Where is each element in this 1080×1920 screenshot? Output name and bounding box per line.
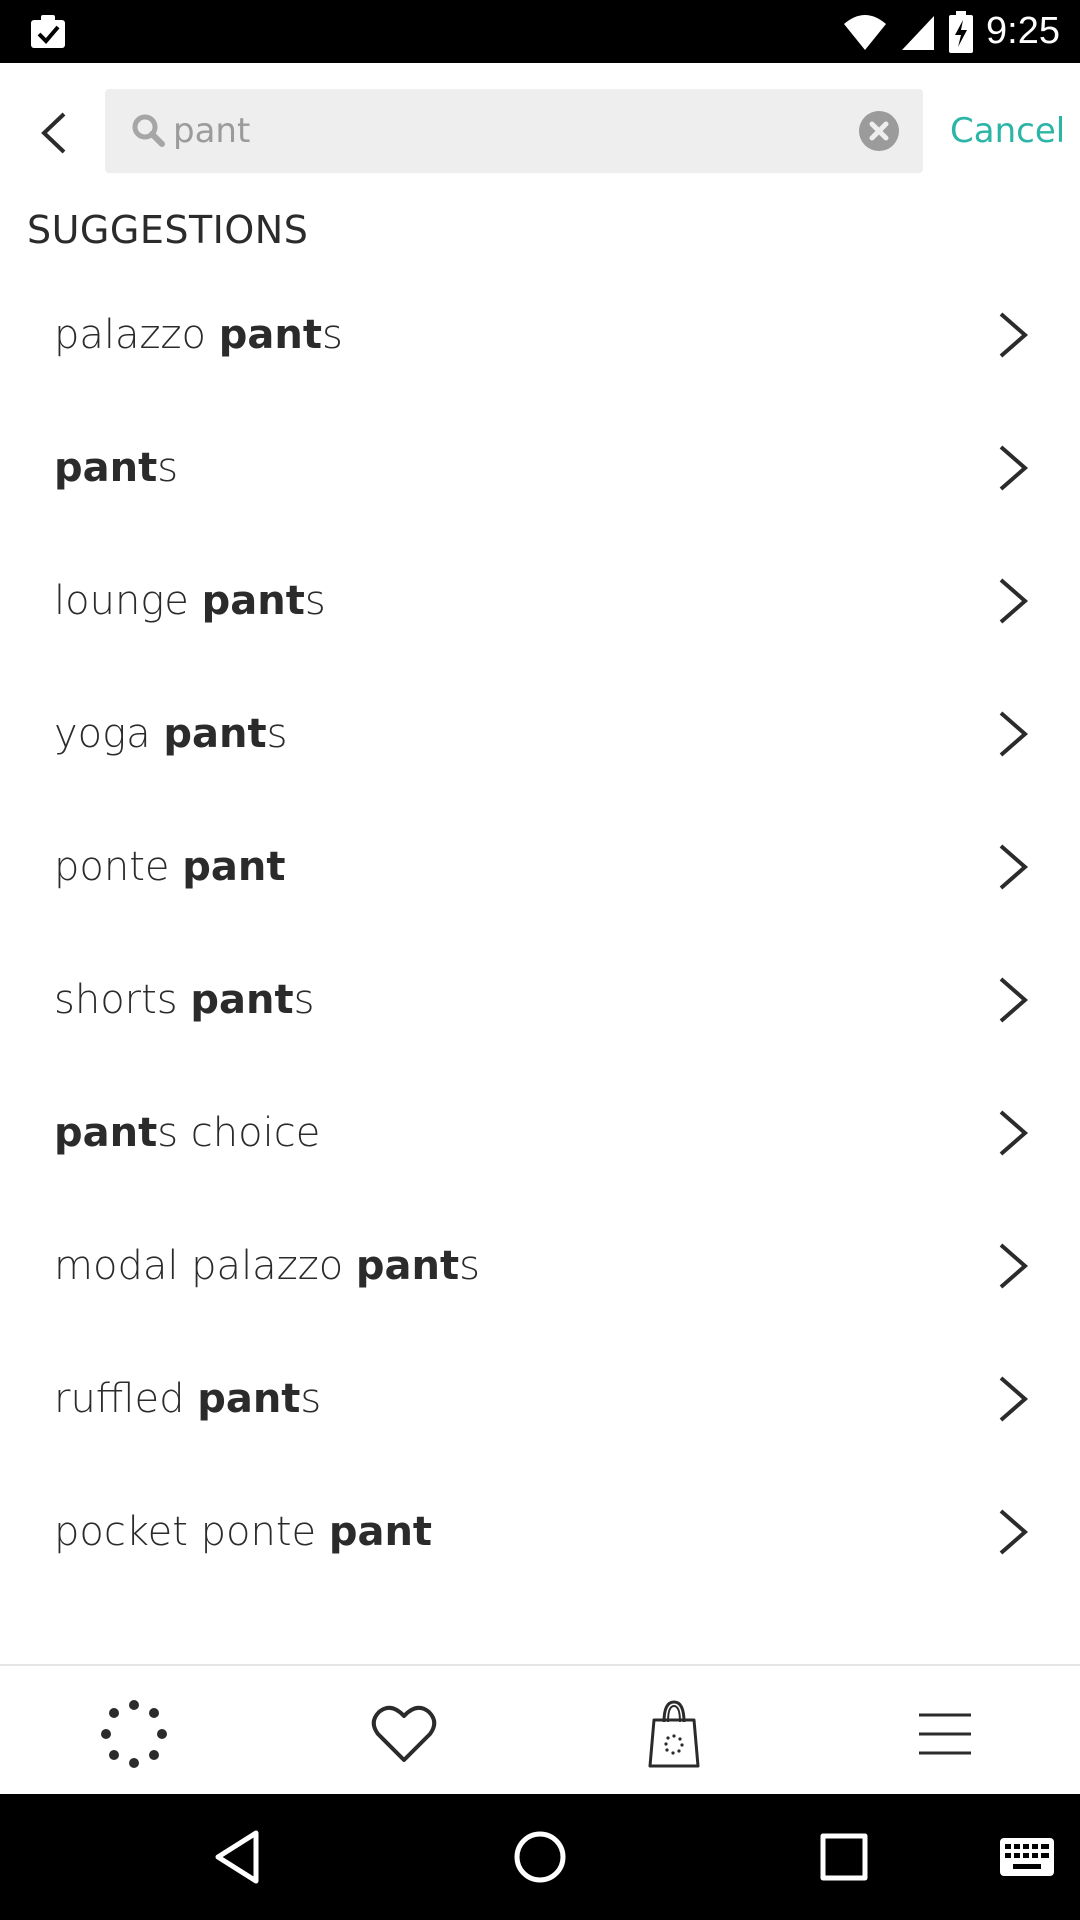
suggestion-label: pant s choice: [54, 1109, 321, 1156]
home-circle-icon: [514, 1831, 566, 1883]
suggestion-label: palazzo pant s: [54, 311, 343, 358]
suggestion-label: shorts pant s: [54, 976, 315, 1023]
nav-menu-button[interactable]: [905, 1694, 985, 1774]
chevron-right-icon: [999, 445, 1029, 491]
search-icon: [132, 114, 165, 147]
notification-clipboard-icon: [28, 12, 68, 52]
suggestion-label: pant s: [54, 444, 179, 491]
system-back-button[interactable]: [204, 1824, 270, 1890]
system-recents-button[interactable]: [811, 1824, 877, 1890]
chevron-right-icon: [999, 977, 1029, 1023]
chevron-right-icon: [999, 1110, 1029, 1156]
suggestion-item[interactable]: palazzo pant s: [0, 268, 1080, 401]
battery-charging-icon: [949, 10, 974, 53]
suggestion-label: ponte pant: [54, 843, 286, 890]
chevron-right-icon: [999, 711, 1029, 757]
wifi-icon: [844, 14, 887, 50]
back-triangle-icon: [215, 1830, 259, 1884]
recents-square-icon: [820, 1833, 868, 1881]
chevron-right-icon: [999, 1509, 1029, 1555]
suggestion-item[interactable]: pocket ponte pant: [0, 1465, 1080, 1598]
cellular-signal-icon: [902, 15, 935, 50]
suggestions-list: palazzo pant s pant s lounge pant s yoga pa…: [0, 268, 1080, 1598]
back-button[interactable]: [28, 103, 78, 163]
suggestions-heading: SUGGESTIONS: [27, 208, 309, 252]
keyboard-switch-button[interactable]: [994, 1824, 1060, 1890]
suggestion-item[interactable]: pant s choice: [0, 1066, 1080, 1199]
keyboard-icon: [1000, 1838, 1054, 1876]
home-dots-icon: [101, 1700, 167, 1768]
search-box[interactable]: [105, 89, 923, 173]
chevron-left-icon: [41, 112, 66, 154]
nav-home-button[interactable]: [94, 1694, 174, 1774]
suggestion-item[interactable]: modal palazzo pant s: [0, 1199, 1080, 1332]
status-bar: 9:25: [0, 0, 1080, 63]
heart-icon: [371, 1705, 437, 1762]
suggestion-item[interactable]: yoga pant s: [0, 667, 1080, 800]
chevron-right-icon: [999, 844, 1029, 890]
nav-bag-button[interactable]: [634, 1694, 714, 1774]
suggestion-label: yoga pant s: [54, 710, 288, 757]
nav-wishlist-button[interactable]: [364, 1694, 444, 1774]
menu-icon: [919, 1713, 971, 1755]
clear-search-icon[interactable]: [859, 111, 899, 151]
chevron-right-icon: [999, 578, 1029, 624]
clock-time: 9:25: [986, 10, 1060, 52]
chevron-right-icon: [999, 312, 1029, 358]
search-header: Cancel: [0, 63, 1080, 198]
suggestion-item[interactable]: ponte pant: [0, 800, 1080, 933]
suggestion-label: pocket ponte pant: [54, 1508, 433, 1555]
suggestion-label: lounge pant s: [54, 577, 326, 624]
chevron-right-icon: [999, 1376, 1029, 1422]
system-navigation-bar: [0, 1794, 1080, 1920]
suggestion-item[interactable]: pant s: [0, 401, 1080, 534]
system-home-button[interactable]: [507, 1824, 573, 1890]
search-input[interactable]: [173, 89, 813, 173]
suggestion-label: ruffled pant s: [54, 1375, 322, 1422]
suggestion-item[interactable]: ruffled pant s: [0, 1332, 1080, 1465]
chevron-right-icon: [999, 1243, 1029, 1289]
bottom-navigation: [0, 1664, 1080, 1796]
suggestion-item[interactable]: lounge pant s: [0, 534, 1080, 667]
cancel-button[interactable]: Cancel: [950, 107, 1065, 155]
suggestion-item[interactable]: shorts pant s: [0, 933, 1080, 1066]
suggestion-label: modal palazzo pant s: [54, 1242, 480, 1289]
shopping-bag-icon: [648, 1700, 700, 1768]
